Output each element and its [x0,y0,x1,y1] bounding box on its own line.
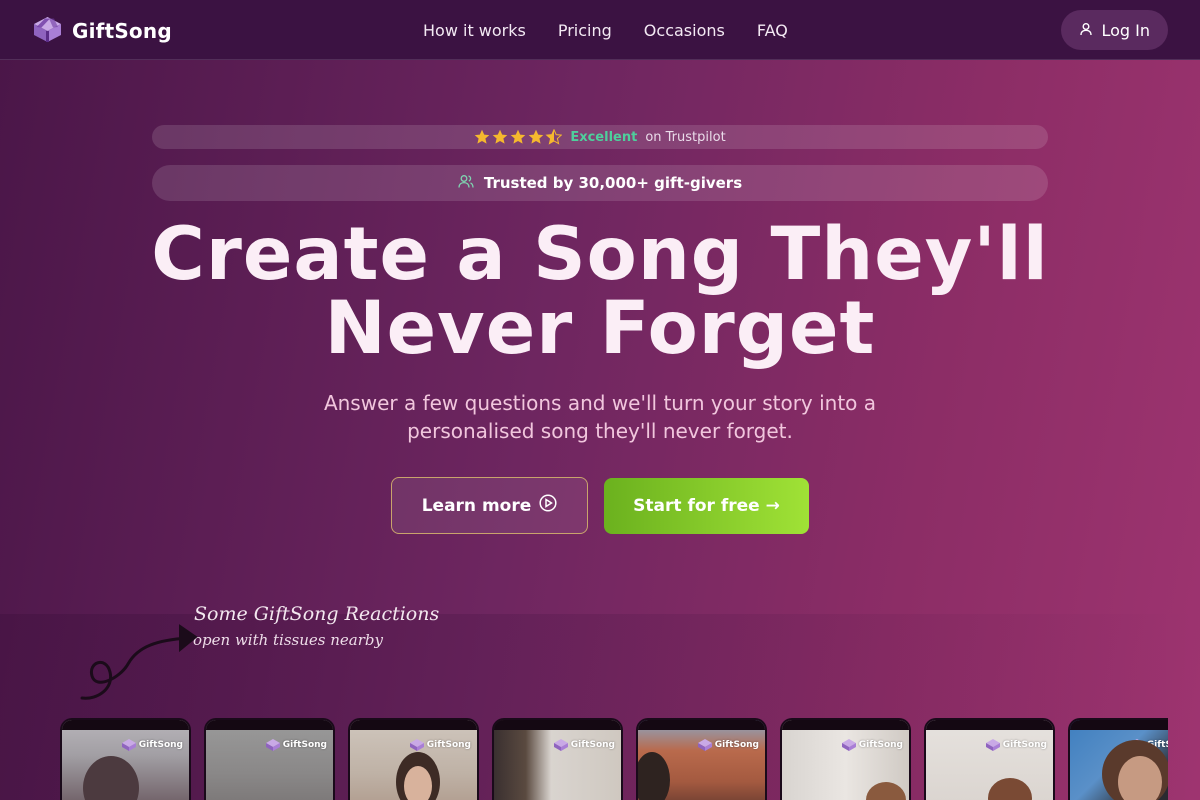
hero-subtitle: Answer a few questions and we'll turn yo… [323,391,877,443]
trusted-by-badge: Trusted by 30,000+ gift-givers [152,165,1048,201]
nav-link-how-it-works[interactable]: How it works [407,21,542,40]
trusted-by-text: Trusted by 30,000+ gift-givers [483,174,743,192]
watermark: GiftSong [841,739,903,751]
user-icon [1079,21,1093,40]
watermark: GiftSong [697,739,759,751]
rating-label: Excellent [570,129,638,145]
login-label: Log In [1101,20,1150,40]
hero-title-line1: Create a Song They'll [151,212,1049,297]
learn-more-label: Learn more [421,495,532,516]
reaction-video-card[interactable]: GiftSong [1068,718,1168,800]
top-nav: GiftSong How it works Pricing Occasions … [0,0,1200,60]
reaction-video-card[interactable]: GiftSong [636,718,767,800]
gift-logo-icon [32,15,63,47]
rating-source: on Trustpilot [645,129,726,145]
watermark: GiftSong [265,739,327,751]
watermark: GiftSong [553,739,615,751]
nav-links: How it works Pricing Occasions FAQ [407,0,804,60]
reaction-video-card[interactable]: GiftSong [780,718,911,800]
learn-more-button[interactable]: Learn more [391,477,588,534]
reaction-video-card[interactable]: GiftSong [492,718,623,800]
reactions-subtitle: open with tissues nearby [193,631,383,649]
nav-link-faq[interactable]: FAQ [741,21,804,40]
reaction-video-card[interactable]: GiftSong [204,718,335,800]
trustpilot-rating-pill[interactable]: Excellent on Trustpilot [152,125,1048,149]
watermark: GiftSong [985,739,1047,751]
play-circle-icon [539,494,557,517]
curly-arrow-icon [76,618,206,708]
reaction-videos-row: GiftSong GiftSong GiftSong GiftSong Gift… [60,718,1168,800]
hero-title: Create a Song They'll Never Forget [100,218,1100,366]
reaction-video-card[interactable]: GiftSong [60,718,191,800]
login-button[interactable]: Log In [1061,10,1168,50]
brand[interactable]: GiftSong [32,15,172,47]
nav-link-pricing[interactable]: Pricing [542,21,628,40]
reaction-video-card[interactable]: GiftSong [924,718,1055,800]
nav-link-occasions[interactable]: Occasions [628,21,741,40]
reaction-video-card[interactable]: GiftSong [348,718,479,800]
reactions-title: Some GiftSong Reactions [194,603,440,625]
users-icon [458,174,474,193]
hero-title-line2: Never Forget [324,286,876,371]
brand-name: GiftSong [72,19,172,43]
rating-stars [474,129,563,145]
start-for-free-button[interactable]: Start for free → [604,478,809,534]
